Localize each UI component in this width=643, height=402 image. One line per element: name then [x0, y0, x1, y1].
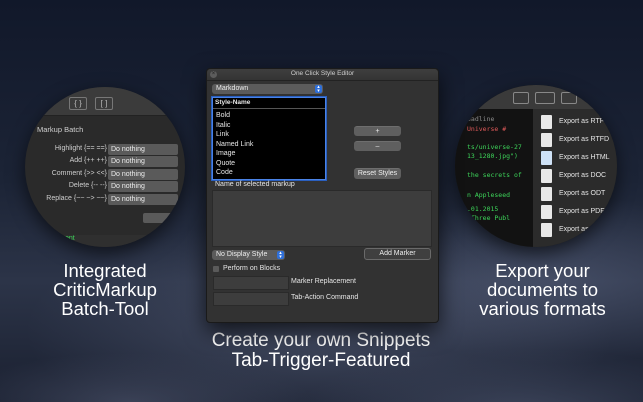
preview-toolbar: { } [ ] — [25, 87, 185, 116]
row-select[interactable]: Do nothing — [108, 194, 178, 205]
display-style-select[interactable]: No Display Style ▴ ▾ — [212, 250, 285, 260]
add-style-button[interactable]: + — [354, 126, 401, 136]
bottom-caption: Create your own Snippets Tab-Trigger-Fea… — [190, 331, 452, 370]
window-title: One Click Style Editor — [290, 70, 355, 77]
batch-row: Replace {~~ ~> ~~} Do nothing — [25, 194, 185, 207]
brackets-icon: [ ] — [95, 97, 113, 110]
row-select[interactable]: Do nothing — [108, 181, 178, 192]
style-list-item[interactable]: Quote — [216, 160, 235, 167]
row-select[interactable]: Do nothing — [108, 169, 178, 180]
style-name-header: Style-Name — [215, 99, 251, 106]
export-rtf-item[interactable]: Export as RTF — [541, 115, 617, 131]
preview-toolbar — [455, 85, 617, 109]
document-icon — [541, 187, 552, 201]
share-icon — [535, 92, 555, 104]
caption-line: Export your — [495, 260, 590, 281]
footer-text: ent — [65, 235, 75, 242]
style-list-item[interactable]: Link — [216, 131, 229, 138]
style-list-item[interactable]: Image — [216, 150, 235, 157]
row-label: Comment {>> <<} — [51, 170, 107, 177]
code-line: Universe # — [467, 125, 507, 133]
tab-action-label: Tab-Action Command — [291, 294, 359, 301]
style-list-item[interactable]: Bold — [216, 112, 230, 119]
remove-style-button[interactable]: – — [354, 141, 401, 151]
style-list-item[interactable]: Code — [216, 169, 233, 176]
export-more-item[interactable]: Export as — [541, 223, 617, 239]
code-line: ts/universe-27 — [467, 143, 522, 151]
right-caption: Export your documents to various formats — [455, 261, 630, 318]
document-icon — [541, 115, 552, 129]
style-list-item[interactable]: Italic — [216, 122, 230, 129]
caption-line: Batch-Tool — [61, 298, 149, 320]
style-editor-window: × One Click Style Editor Markdown ▴ ▾ Sty… — [206, 68, 439, 323]
code-line: —Three Publ — [467, 214, 511, 222]
code-line: Appl — [467, 235, 483, 243]
caption-line: Create your own Snippets — [211, 330, 431, 351]
html-document-icon — [541, 151, 552, 165]
export-label: Export as — [559, 226, 589, 233]
row-select[interactable]: Do nothing — [108, 156, 178, 167]
export-pdf-item[interactable]: Export as PDF — [541, 205, 617, 221]
export-label: Export as RTF — [559, 118, 604, 125]
reset-styles-button[interactable]: Reset Styles — [354, 168, 401, 179]
code-editor-preview: eadline Universe # ts/universe-27 13_128… — [455, 85, 533, 247]
export-odt-item[interactable]: Export as ODT — [541, 187, 617, 203]
style-list-item[interactable]: Named Link — [216, 141, 253, 148]
code-line: n Appleseed — [467, 191, 511, 199]
batch-row: Delete {-- --} Do nothing — [25, 181, 185, 194]
row-label: Replace {~~ ~> ~~} — [46, 195, 107, 202]
selected-markup-name-label: Name of selected markup — [215, 181, 295, 188]
document-icon — [541, 169, 552, 183]
format-select[interactable]: Markdown ▴ ▾ — [212, 84, 323, 94]
export-label: Export as RTFD — [559, 136, 610, 143]
tab-action-field[interactable] — [213, 292, 289, 306]
braces-icon: { } — [69, 97, 87, 110]
row-label: Add {++ ++} — [69, 157, 107, 164]
add-marker-button[interactable]: Add Marker — [364, 248, 431, 260]
header-divider — [213, 108, 325, 109]
perform-on-blocks-label: Perform on Blocks — [223, 265, 281, 272]
caption-line: CriticMarkup — [53, 279, 157, 301]
export-rtfd-item[interactable]: Export as RTFD — [541, 133, 617, 149]
caption-line: Tab-Trigger-Featured — [231, 349, 411, 371]
row-label: Highlight {== ==} — [54, 145, 107, 152]
critic-markup-preview: { } [ ] Markup Batch Highlight {== ==} Do… — [25, 87, 185, 247]
document-icon — [541, 133, 552, 147]
format-select-value: Markdown — [216, 85, 249, 92]
code-line: .01.2015 — [467, 205, 499, 213]
export-label: Export as HTML — [559, 154, 610, 161]
code-line: eadline — [467, 115, 495, 123]
row-select[interactable]: Do nothing — [108, 144, 178, 155]
style-list[interactable]: Style-Name Bold Italic Link Named Link I… — [212, 97, 326, 180]
markup-batch-title: Markup Batch — [37, 125, 84, 134]
caption-line: various formats — [479, 298, 606, 320]
pdf-document-icon — [541, 205, 552, 219]
caption-line: Integrated — [63, 260, 147, 281]
export-doc-item[interactable]: Export as DOC — [541, 169, 617, 185]
display-style-value: No Display Style — [216, 251, 268, 258]
export-preview: eadline Universe # ts/universe-27 13_128… — [455, 85, 617, 247]
left-caption: Integrated CriticMarkup Batch-Tool — [20, 261, 190, 318]
code-line: the secrets of — [467, 171, 522, 179]
batch-row: Add {++ ++} Do nothing — [25, 156, 185, 169]
preview-footer — [25, 235, 185, 247]
code-line: 13_1280.jpg") — [467, 152, 518, 160]
export-html-item[interactable]: Export as HTML — [541, 151, 617, 167]
marker-replacement-label: Marker Replacement — [291, 278, 356, 285]
caption-line: documents to — [486, 279, 599, 301]
export-label: Export as PDF — [559, 208, 605, 215]
title-bar: × One Click Style Editor — [207, 69, 438, 81]
chevron-updown-icon: ▴ ▾ — [277, 251, 284, 260]
sidebar-icon — [513, 92, 529, 104]
export-label: Export as ODT — [559, 190, 606, 197]
batch-action-button[interactable] — [143, 213, 173, 223]
row-label: Delete {-- --} — [68, 182, 107, 189]
marker-replacement-field[interactable] — [213, 276, 289, 290]
document-icon — [541, 223, 552, 237]
markup-text-area[interactable] — [212, 190, 432, 247]
perform-on-blocks-checkbox[interactable] — [213, 266, 219, 272]
columns-icon — [561, 92, 577, 104]
chevron-updown-icon: ▴ ▾ — [315, 85, 322, 94]
export-label: Export as DOC — [559, 172, 607, 179]
